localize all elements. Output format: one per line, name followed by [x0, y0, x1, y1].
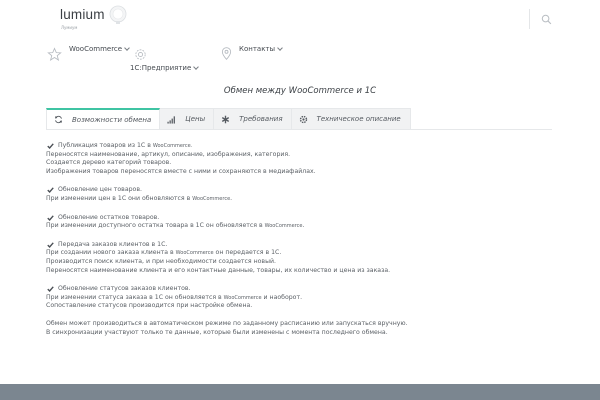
- woocommerce-mention: WooCommerce: [175, 250, 214, 257]
- feature-line-rest: .: [302, 222, 305, 230]
- feature-line: Сопоставление статусов производится при …: [46, 302, 253, 310]
- chevron-down-icon: [193, 64, 200, 70]
- feature-line: Переносятся наименование, артикул, описа…: [46, 150, 291, 158]
- feature-heading-text: Обновление статусов заказов клиентов.: [58, 285, 191, 293]
- checkmark-icon: [47, 242, 54, 248]
- star-icon: [47, 47, 62, 61]
- feature-line: При создании нового заказа клиента в Woo…: [46, 249, 556, 258]
- tab-technical-label: Техническое описание: [316, 115, 401, 123]
- feature-heading-text: Публикация товаров из 1С в: [58, 142, 151, 149]
- checkmark-icon: [47, 286, 54, 293]
- feature-heading: Публикация товаров из 1С в WooCommerce.: [46, 142, 556, 151]
- feature-section: Передача заказов клиентов в 1С. При созд…: [46, 241, 556, 275]
- header-divider: [529, 9, 530, 29]
- tab-content-features: Публикация товаров из 1С в WooCommerce. …: [46, 142, 556, 337]
- feature-line-rest: и наоборот.: [261, 293, 303, 301]
- feature-line: Изображения товаров переносятся вместе с…: [46, 167, 316, 175]
- feature-line: При изменении доступного остатка товара …: [46, 222, 556, 231]
- chevron-down-icon: [124, 45, 130, 51]
- feature-heading: Обновление статусов заказов клиентов.: [46, 285, 556, 294]
- tab-prices[interactable]: Цены: [160, 108, 215, 130]
- location-pin-icon: [221, 47, 232, 60]
- checkmark-icon: [47, 143, 54, 149]
- feature-line-rest: .: [230, 194, 233, 202]
- woocommerce-mention: WooCommerce: [223, 294, 262, 301]
- woocommerce-mention: WooCommerce: [192, 195, 231, 202]
- refresh-icon: [55, 115, 62, 124]
- feature-line: Переносятся наименование клиента и его к…: [46, 266, 391, 274]
- feature-section: Обновление статусов заказов клиентов. Пр…: [46, 285, 556, 311]
- checkmark-icon: [47, 187, 54, 194]
- woocommerce-mention: WooCommerce: [264, 223, 303, 230]
- signal-bars-icon: [167, 115, 176, 124]
- nav-1c-label: 1С:Предприятие: [130, 64, 192, 72]
- feature-section: Обновление остатков товаров. При изменен…: [46, 214, 556, 231]
- feature-line-text: При изменении доступного остатка товара …: [46, 222, 265, 230]
- feature-heading: Передача заказов клиентов в 1С.: [46, 241, 556, 250]
- footer-bar: [0, 384, 600, 400]
- exchange-notes: Обмен может производиться в автоматическ…: [46, 320, 556, 337]
- search-button[interactable]: [536, 9, 556, 29]
- feature-heading-text: Передача заказов клиентов в 1С.: [58, 240, 168, 248]
- feature-line: При изменении цен в 1С они обновляются в…: [46, 195, 556, 204]
- lightbulb-icon: [109, 5, 127, 24]
- page-title: Обмен между WooCommerce и 1С: [223, 86, 377, 96]
- feature-line: Создается дерево категорий товаров.: [46, 159, 172, 167]
- feature-heading-text: Обновление цен товаров.: [58, 186, 142, 194]
- feature-heading-text: Обновление остатков товаров.: [58, 213, 160, 221]
- tab-requirements-label: Требования: [239, 115, 283, 123]
- feature-line: Производится поиск клиента, и при необхо…: [46, 257, 276, 265]
- tab-prices-label: Цены: [185, 115, 206, 123]
- feature-line-rest: он передается в 1С.: [213, 249, 282, 257]
- nav-contacts-label: Контакты: [239, 45, 276, 53]
- exchange-note: В синхронизации участвуют только те данн…: [46, 328, 388, 336]
- feature-line-text: При изменении цен в 1С они обновляются в: [46, 194, 193, 202]
- asterisk-icon: [222, 115, 230, 123]
- tab-bar: Возможности обмена Цены Требования Техни…: [46, 108, 411, 130]
- tab-requirements[interactable]: Требования: [214, 108, 292, 130]
- feature-heading: Обновление остатков товаров.: [46, 214, 556, 223]
- feature-line-text: При изменении статуса заказа в 1С он обн…: [46, 293, 224, 301]
- logo[interactable]: lumium Лумиум: [60, 7, 105, 30]
- search-icon: [541, 14, 551, 24]
- checkmark-icon: [47, 214, 54, 221]
- tab-features-label: Возможности обмена: [72, 115, 152, 124]
- woocommerce-mention: WooCommerce.: [152, 143, 193, 149]
- feature-section: Публикация товаров из 1С в WooCommerce. …: [46, 142, 556, 176]
- gear-icon: [135, 49, 146, 60]
- logo-name: lumium: [60, 7, 105, 22]
- gear-icon: [299, 115, 307, 123]
- nav-contacts[interactable]: Контакты: [239, 45, 283, 53]
- nav-1c-enterprise[interactable]: 1С:Предприятие: [130, 64, 200, 72]
- feature-section: Обновление цен товаров. При изменении це…: [46, 186, 556, 203]
- feature-heading: Обновление цен товаров.: [46, 186, 556, 195]
- chevron-down-icon: [277, 45, 283, 51]
- tab-technical-description[interactable]: Техническое описание: [291, 108, 411, 130]
- tab-features[interactable]: Возможности обмена: [46, 108, 161, 130]
- tabs-divider: [46, 129, 552, 130]
- exchange-note: Обмен может производиться в автоматическ…: [46, 319, 408, 327]
- logo-tagline: Лумиум: [61, 25, 78, 30]
- nav-woocommerce-label: WooCommerce: [69, 45, 123, 53]
- feature-line-text: При создании нового заказа клиента в: [46, 249, 176, 257]
- nav-woocommerce[interactable]: WooCommerce: [69, 45, 130, 53]
